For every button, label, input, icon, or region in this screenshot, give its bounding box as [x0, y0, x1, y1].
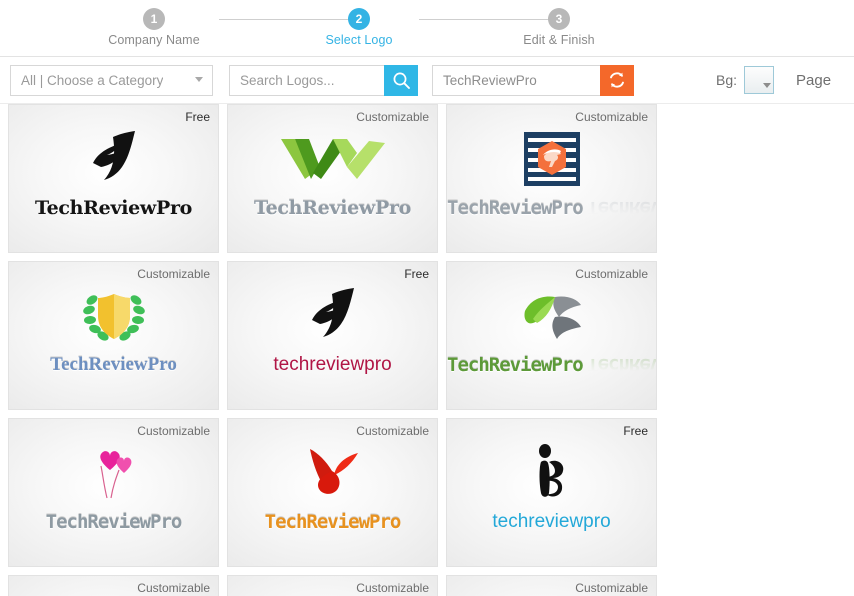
tile-brand-text: TechReviewPro — [447, 354, 584, 376]
striped-badge-icon — [447, 127, 656, 191]
step-number-1: 1 — [143, 8, 165, 30]
tile-brand-text: TechReviewPro — [447, 197, 584, 219]
tile-brand: TechReviewPro TechReviewPro — [447, 197, 656, 219]
chevron-down-icon — [195, 76, 203, 82]
tile-badge: Free — [623, 424, 648, 438]
step-label-3: Edit & Finish — [523, 33, 595, 47]
tile-badge: Free — [185, 110, 210, 124]
logo-tile[interactable]: Customizable TechReviewPro — [8, 418, 219, 567]
search-input[interactable]: Search Logos... — [229, 64, 384, 96]
tile-brand: TechReviewPro — [9, 511, 218, 533]
stepper-track: 1 Company Name 2 Select Logo 3 Edit & Fi… — [108, 0, 697, 47]
step-number-3: 3 — [548, 8, 570, 30]
tile-brand-text: TechReviewPro — [34, 197, 193, 219]
tile-badge: Customizable — [575, 110, 648, 124]
logo-tile[interactable]: Customizable TechReviewPro — [227, 418, 438, 567]
tile-badge: Free — [404, 267, 429, 281]
company-name-group: TechReviewPro — [432, 64, 634, 96]
wizard-stepper: 1 Company Name 2 Select Logo 3 Edit & Fi… — [0, 0, 854, 57]
stepper-step-select-logo[interactable]: 2 Select Logo — [294, 8, 424, 47]
logo-tile[interactable]: Customizable TECHREVIEWPRO — [227, 575, 438, 596]
logo-tile[interactable]: Customizable TechReviewPro — [446, 575, 657, 596]
tile-badge: Customizable — [356, 424, 429, 438]
category-select-value: All | Choose a Category — [21, 72, 164, 88]
heart-balloons-icon — [9, 441, 218, 505]
leaves-icon — [447, 284, 656, 348]
tile-badge: Customizable — [137, 424, 210, 438]
refresh-button[interactable] — [600, 64, 634, 96]
logo-toolbar: All | Choose a Category Search Logos... … — [0, 57, 854, 104]
stepper-step-edit-finish[interactable]: 3 Edit & Finish — [494, 8, 624, 47]
step-label-1: Company Name — [108, 33, 200, 47]
logo-results-grid: Free TechReviewPro Customizable TechRevi… — [0, 104, 854, 596]
step-number-2: 2 — [348, 8, 370, 30]
tile-brand: TechReviewPro — [228, 197, 437, 219]
tile-brand: techreviewpro — [228, 354, 437, 376]
tile-badge: Customizable — [356, 110, 429, 124]
stepper-step-company-name[interactable]: 1 Company Name — [89, 8, 219, 47]
logo-tile[interactable]: Free techreviewpro — [227, 261, 438, 410]
tile-brand-reflection: TechReviewPro — [587, 197, 656, 219]
tile-brand: TechReviewPro — [228, 511, 437, 533]
tile-brand-text: TechReviewPro — [264, 511, 402, 533]
refresh-icon — [610, 72, 624, 88]
logo-tile[interactable]: Customizable TechReviewPro TechReviewPro — [446, 261, 657, 410]
tile-brand-text: TechReviewPro — [45, 511, 183, 533]
tile-brand-text: techreviewpro — [273, 354, 392, 375]
tile-brand: TechReviewPro TechReviewPro — [447, 354, 656, 376]
swoosh-bird-icon — [9, 127, 218, 191]
logo-tile[interactable]: Free techreviewpro — [446, 418, 657, 567]
logo-tile[interactable]: Customizable TechReviewPro — [8, 261, 219, 410]
logo-tile[interactable]: Customizable TechReviewPro TechReviewPro — [446, 104, 657, 253]
search-button[interactable] — [384, 64, 418, 96]
tile-brand-reflection: TechReviewPro — [587, 354, 656, 376]
logo-tile[interactable]: Customizable techreviewpro — [8, 575, 219, 596]
category-select[interactable]: All | Choose a Category — [10, 64, 213, 96]
tile-brand-text: techreviewpro — [492, 511, 611, 532]
tile-brand: TechReviewPro — [9, 197, 218, 219]
bg-label: Bg: — [716, 72, 738, 88]
page-label: Page — [796, 71, 832, 89]
tile-badge: Customizable — [137, 581, 210, 595]
tile-brand: techreviewpro — [447, 511, 656, 533]
tile-brand-text: TechReviewPro — [253, 197, 412, 219]
person-figure-icon — [447, 441, 656, 505]
search-group: Search Logos... — [229, 64, 418, 96]
bg-color-swatch[interactable] — [744, 66, 775, 94]
tile-badge: Customizable — [356, 581, 429, 595]
logo-tile[interactable]: Free TechReviewPro — [8, 104, 219, 253]
green-chevron-w-icon — [228, 127, 437, 191]
tile-badge: Customizable — [137, 267, 210, 281]
tile-badge: Customizable — [575, 581, 648, 595]
red-ribbon-bird-icon — [228, 441, 437, 505]
search-icon — [393, 72, 410, 89]
tile-brand: TechReviewPro — [9, 354, 218, 376]
chevron-down-icon — [763, 83, 772, 88]
swoosh-bird-icon — [228, 284, 437, 348]
tile-brand-text: TechReviewPro — [50, 354, 177, 375]
step-label-2: Select Logo — [325, 33, 393, 47]
company-name-input[interactable]: TechReviewPro — [432, 64, 600, 96]
shield-laurel-icon — [9, 284, 218, 348]
tile-badge: Customizable — [575, 267, 648, 281]
logo-tile[interactable]: Customizable TechReviewPro — [227, 104, 438, 253]
